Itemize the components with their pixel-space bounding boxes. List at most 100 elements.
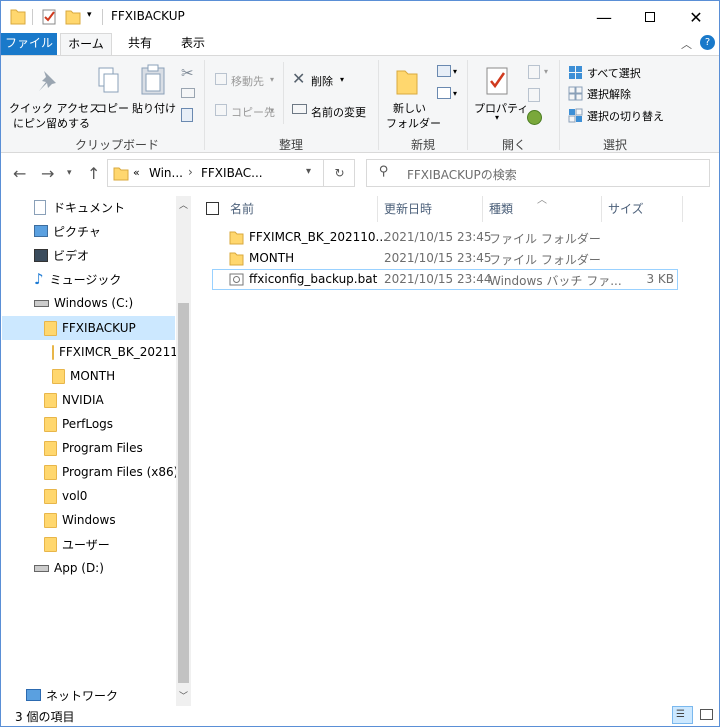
scroll-up-icon[interactable]: ︿ [179,198,188,211]
qat-dropdown-icon[interactable]: ▾ [87,10,92,20]
column-header-date[interactable]: 更新日時 [384,200,432,217]
new-folder-line1[interactable]: 新しい [393,100,426,116]
invert-selection-button[interactable]: 選択の切り替え [587,108,664,124]
pin-quick-access-line1[interactable]: クイック アクセス [9,100,100,116]
maximize-button[interactable] [627,1,673,33]
back-button[interactable]: ← [13,164,26,183]
select-all-button[interactable]: すべて選択 [587,65,641,81]
properties-dropdown-icon[interactable]: ▾ [495,113,499,122]
file-row[interactable]: ffxiconfig_backup.bat 2021/10/15 23:44 W… [212,269,678,290]
nav-item-music[interactable]: ♪ ミュージック [34,268,121,290]
easy-access-icon[interactable] [437,87,451,99]
new-item-icon[interactable] [437,65,451,77]
tab-home[interactable]: ホーム [60,33,112,56]
collapse-ribbon-icon[interactable]: ︿ [681,36,692,52]
folder-icon [113,167,129,181]
details-view-button[interactable]: ☰ [672,706,693,724]
file-date: 2021/10/15 23:44 [384,272,492,286]
rename-button[interactable]: 名前の変更 [311,104,366,120]
breadcrumb-ffxibackup[interactable]: FFXIBAC... [201,166,263,180]
copy-to-button[interactable]: コピー先 [231,104,275,120]
nav-item-month[interactable]: MONTH [52,365,115,387]
nav-item-nvidia[interactable]: NVIDIA [44,389,104,411]
refresh-button[interactable]: ↻ [323,159,355,187]
nav-item-drive-d[interactable]: App (D:) [34,557,104,579]
search-placeholder: FFXIBACKUPの検索 [407,168,517,182]
nav-item-ffxibackup[interactable]: FFXIBACKUP [44,317,136,339]
forward-button[interactable]: → [41,164,54,183]
nav-item-videos[interactable]: ビデオ [34,244,89,266]
edit-icon[interactable] [528,88,540,102]
folder-icon [44,440,57,456]
paste-button[interactable]: 貼り付け [132,100,176,116]
nav-item-vol0[interactable]: vol0 [44,485,87,507]
pin-quick-access-line2[interactable]: にピン留めする [13,115,90,131]
new-item-dropdown-icon[interactable]: ▾ [453,67,457,76]
properties-button[interactable]: プロパティ [474,100,528,116]
minimize-button[interactable]: — [581,1,627,33]
open-dropdown-icon[interactable]: ▾ [544,67,548,76]
nav-item-users[interactable]: ユーザー [44,533,110,555]
breadcrumb-windows[interactable]: Win... [149,166,183,180]
nav-item-label: Windows [62,513,116,527]
paste-icon [141,64,165,95]
move-dropdown-icon[interactable]: ▾ [270,75,274,84]
ribbon-divider [378,60,379,150]
select-all-checkbox[interactable] [206,202,219,215]
nav-item-drive-c[interactable]: Windows (C:) [34,292,133,314]
properties-icon[interactable] [41,8,57,25]
new-folder-line2[interactable]: フォルダー [386,115,441,131]
column-divider[interactable] [601,196,602,222]
column-divider[interactable] [482,196,483,222]
forward-arrow-icon: → [41,164,55,183]
help-icon[interactable]: ? [700,35,715,50]
move-to-button[interactable]: 移動先 [231,73,264,89]
copy-button[interactable]: コピー [96,100,129,116]
cut-icon[interactable]: ✂ [181,64,194,82]
recent-locations-button[interactable]: ▾ [67,168,72,178]
file-row[interactable]: FFXIMCR_BK_202110... 2021/10/15 23:45 ファ… [212,227,678,248]
folder-icon [44,512,57,528]
select-none-button[interactable]: 選択解除 [587,86,631,102]
up-button[interactable]: ↑ [87,164,100,183]
column-header-name[interactable]: 名前 [230,200,254,217]
delete-dropdown-icon[interactable]: ▾ [340,75,344,84]
easy-access-dropdown-icon[interactable]: ▾ [453,89,457,98]
nav-item-documents[interactable]: ドキュメント [34,196,125,218]
new-folder-icon[interactable] [65,8,81,25]
copy-path-icon[interactable] [181,88,195,98]
search-box[interactable]: ⚲ FFXIBACKUPの検索 [366,159,710,187]
nav-item-program-files-x86[interactable]: Program Files (x86) [44,461,178,483]
paste-shortcut-icon[interactable] [181,108,193,122]
address-dropdown-icon[interactable]: ▾ [306,166,311,177]
nav-item-label: ミュージック [49,272,122,287]
nav-item-network[interactable]: ネットワーク [26,684,118,706]
tab-file[interactable]: ファイル [1,33,57,55]
history-icon[interactable] [527,110,542,125]
nav-item-pictures[interactable]: ピクチャ [34,220,101,242]
file-row[interactable]: MONTH 2021/10/15 23:45 ファイル フォルダー [212,248,678,269]
tab-share[interactable]: 共有 [116,33,164,55]
nav-item-label: Windows (C:) [54,296,134,310]
large-icons-view-button[interactable] [697,706,717,724]
breadcrumb-overflow[interactable]: « [133,166,140,179]
column-divider[interactable] [377,196,378,222]
nav-item-program-files[interactable]: Program Files [44,437,143,459]
pin-icon [39,71,56,91]
column-header-type[interactable]: 種類 [489,200,513,217]
column-header-size[interactable]: サイズ [608,200,644,217]
address-bar[interactable]: « Win... › FFXIBAC... ▾ ↻ [107,159,355,187]
open-icon[interactable] [528,65,540,79]
scroll-down-icon[interactable]: ﹀ [179,689,188,702]
close-button[interactable]: ✕ [673,1,719,33]
nav-scrollbar-thumb[interactable] [178,303,189,683]
column-divider[interactable] [682,196,683,222]
nav-item-windows[interactable]: Windows [44,509,116,531]
nav-item-ffximcr[interactable]: FFXIMCR_BK_202110 [52,341,176,363]
nav-item-label: FFXIMCR_BK_202110 [59,345,176,359]
copy-to-dropdown-icon[interactable]: ▾ [270,106,274,115]
tab-view[interactable]: 表示 [167,33,219,55]
nav-item-label: ユーザー [62,537,110,552]
delete-button[interactable]: 削除 [311,73,333,89]
nav-item-perflogs[interactable]: PerfLogs [44,413,113,435]
